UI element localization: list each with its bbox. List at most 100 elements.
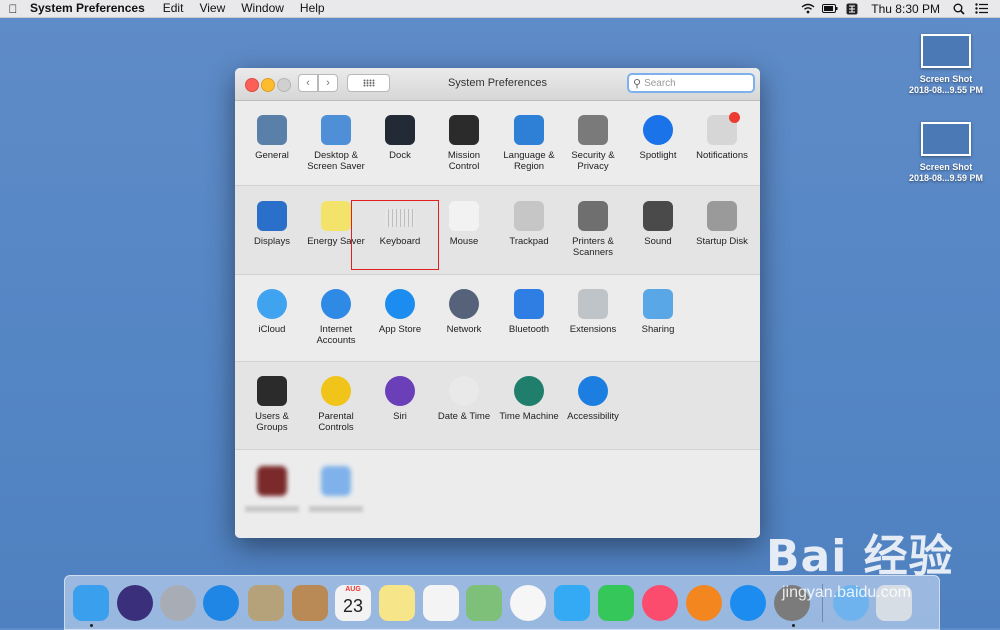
pane-label: Language & Region: [503, 150, 555, 172]
pane-label: Bluetooth: [508, 324, 550, 335]
blurred-label: [309, 506, 363, 512]
desktop-file[interactable]: Screen Shot 2018-08...9.55 PM: [901, 34, 991, 96]
pane-label: Date & Time: [437, 411, 491, 422]
baidu-watermark: Bai 经验 jingyan.baidu.com: [766, 520, 998, 610]
spotlight-icon: [643, 115, 673, 145]
menubar-clock[interactable]: Thu 8:30 PM: [863, 2, 948, 16]
pane-bluetooth[interactable]: Bluetooth: [497, 289, 561, 335]
pane-icloud[interactable]: iCloud: [240, 289, 304, 335]
pane-label: Siri: [393, 411, 407, 422]
pane-dock[interactable]: Dock: [368, 115, 432, 161]
desktop-screen-saver-icon: [321, 115, 351, 145]
pane-sharing[interactable]: Sharing: [626, 289, 690, 335]
extensions-icon: [578, 289, 608, 319]
pane-general[interactable]: General: [240, 115, 304, 161]
pane-label: Dock: [389, 150, 411, 161]
pane-displays[interactable]: Displays: [240, 201, 304, 247]
pane-security-privacy[interactable]: Security & Privacy: [561, 115, 625, 172]
users-groups-icon: [257, 376, 287, 406]
pane-time-machine[interactable]: Time Machine: [497, 376, 561, 422]
screenshot-thumbnail-icon: [921, 122, 971, 156]
third-party-pane-icon[interactable]: [321, 466, 351, 496]
dock-safari-icon[interactable]: [203, 585, 239, 621]
dock-books-icon[interactable]: [686, 585, 722, 621]
pane-siri[interactable]: Siri: [368, 376, 432, 422]
app-store-icon: [385, 289, 415, 319]
dock-app-store-icon[interactable]: [730, 585, 766, 621]
startup-disk-icon: [707, 201, 737, 231]
pane-app-store[interactable]: App Store: [368, 289, 432, 335]
mouse-icon: [449, 201, 479, 231]
search-field[interactable]: ⚲ Search: [627, 73, 755, 93]
pane-label: Startup Disk: [696, 236, 748, 247]
dock-messages-icon[interactable]: [554, 585, 590, 621]
pane-accessibility[interactable]: Accessibility: [561, 376, 625, 422]
pane-mouse[interactable]: Mouse: [432, 201, 496, 247]
bluetooth-icon: [514, 289, 544, 319]
desktop-file-name: Screen Shot: [919, 74, 973, 84]
dock-facetime-icon[interactable]: [598, 585, 634, 621]
dock-siri-icon[interactable]: [117, 585, 153, 621]
dock-maps-icon[interactable]: [466, 585, 502, 621]
third-party-pane-icon[interactable]: [257, 466, 287, 496]
pane-network[interactable]: Network: [432, 289, 496, 335]
language-region-icon: [514, 115, 544, 145]
pane-label: Spotlight: [639, 150, 677, 161]
notification-center-icon[interactable]: [970, 0, 992, 17]
pane-startup-disk[interactable]: Startup Disk: [690, 201, 754, 247]
pane-trackpad[interactable]: Trackpad: [497, 201, 561, 247]
pane-language-region[interactable]: Language & Region: [497, 115, 561, 172]
dock-icon: [385, 115, 415, 145]
search-icon: ⚲: [633, 77, 642, 90]
dock-notebook-icon[interactable]: [292, 585, 328, 621]
energy-saver-icon: [321, 201, 351, 231]
pane-users-groups[interactable]: Users & Groups: [240, 376, 304, 433]
menu-window[interactable]: Window: [233, 0, 292, 17]
pane-desktop-screen-saver[interactable]: Desktop & Screen Saver: [304, 115, 368, 172]
pane-label: iCloud: [258, 324, 286, 335]
pane-spotlight[interactable]: Spotlight: [626, 115, 690, 161]
dock-music-icon[interactable]: [642, 585, 678, 621]
pane-notifications[interactable]: Notifications: [690, 112, 754, 161]
pane-label: Sharing: [641, 324, 675, 335]
menu-view[interactable]: View: [191, 0, 233, 17]
input-source-icon[interactable]: [841, 0, 863, 17]
desktop-file-name: Screen Shot: [919, 162, 973, 172]
dock-calendar-icon[interactable]: AUG 23: [335, 585, 371, 621]
pane-parental-controls[interactable]: Parental Controls: [304, 376, 368, 433]
watermark-brand: Bai 经验: [766, 531, 954, 582]
pane-date-time[interactable]: Date & Time: [432, 376, 496, 422]
sharing-icon: [643, 289, 673, 319]
pane-label: Security & Privacy: [571, 150, 615, 172]
dock-reminders-icon[interactable]: [423, 585, 459, 621]
wifi-icon[interactable]: [797, 0, 819, 17]
spotlight-search-icon[interactable]: [948, 0, 970, 17]
menu-edit[interactable]: Edit: [155, 0, 192, 17]
menu-help[interactable]: Help: [292, 0, 333, 17]
pane-label: Users & Groups: [255, 411, 289, 433]
pane-label: Parental Controls: [318, 411, 354, 433]
pane-extensions[interactable]: Extensions: [561, 289, 625, 335]
desktop-file[interactable]: Screen Shot 2018-08...9.59 PM: [901, 122, 991, 184]
search-placeholder: Search: [644, 77, 676, 89]
pane-mission-control[interactable]: Mission Control: [432, 115, 496, 172]
printers-scanners-icon: [578, 201, 608, 231]
pane-label: Mission Control: [447, 150, 481, 172]
dock-launchpad-icon[interactable]: [160, 585, 196, 621]
dock-preview-icon[interactable]: [248, 585, 284, 621]
watermark-url: jingyan.baidu.com: [782, 584, 911, 601]
dock-notes-icon[interactable]: [379, 585, 415, 621]
pane-internet-accounts[interactable]: Internet Accounts: [304, 289, 368, 346]
battery-icon[interactable]: [819, 0, 841, 17]
screenshot-thumbnail-icon: [921, 34, 971, 68]
pane-printers-scanners[interactable]: Printers & Scanners: [561, 201, 625, 258]
dock-finder-icon[interactable]: [73, 585, 109, 621]
title-bar[interactable]: ‹ › System Preferences ⚲ Search: [235, 68, 760, 101]
internet-accounts-icon: [321, 289, 351, 319]
desktop-file-date: 2018-08...9.59 PM: [908, 173, 984, 183]
apple-menu-icon[interactable]: : [0, 2, 26, 16]
dock-photos-icon[interactable]: [510, 585, 546, 621]
calendar-month: AUG: [345, 586, 361, 593]
pane-sound[interactable]: Sound: [626, 201, 690, 247]
app-menu[interactable]: System Preferences: [26, 0, 155, 17]
